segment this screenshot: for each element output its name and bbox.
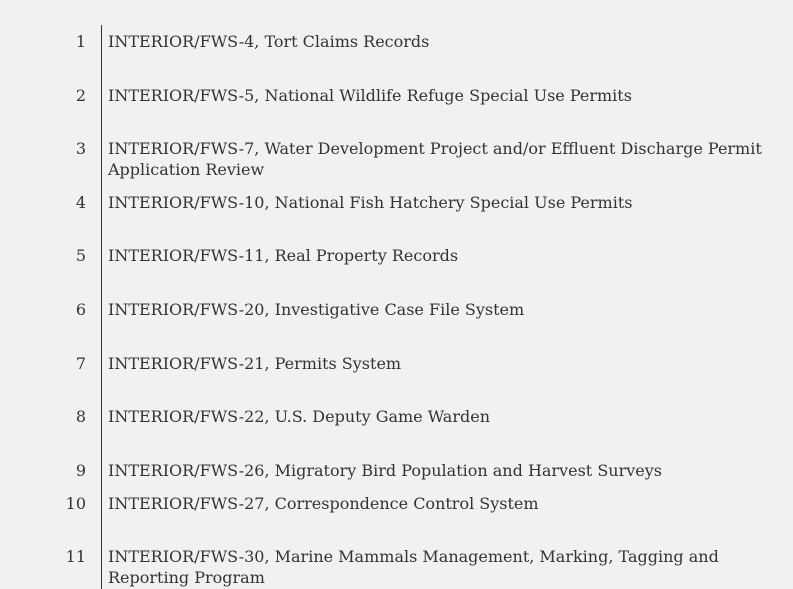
- line-number: 1: [75, 32, 86, 51]
- line-number: 8: [75, 407, 86, 426]
- line-number: 9: [75, 461, 86, 480]
- line-number: 11: [65, 547, 86, 566]
- line-text: INTERIOR/FWS-22, U.S. Deputy Game Warden: [108, 407, 490, 426]
- line-number: 6: [75, 300, 86, 319]
- line-number: 10: [65, 494, 86, 513]
- line-text: INTERIOR/FWS-11, Real Property Records: [108, 246, 459, 265]
- line-number: 5: [75, 246, 86, 265]
- line-number: 7: [75, 354, 86, 373]
- line-number: 4: [75, 193, 86, 212]
- line-text: INTERIOR/FWS-4, Tort Claims Records: [108, 32, 430, 51]
- line-number: 3: [75, 139, 86, 158]
- line-text: INTERIOR/FWS-21, Permits System: [108, 354, 402, 373]
- line-text: INTERIOR/FWS-27, Correspondence Control …: [108, 494, 539, 513]
- document-page: 1 INTERIOR/FWS-4, Tort Claims Records 2 …: [0, 0, 793, 589]
- line-text: INTERIOR/FWS-26, Migratory Bird Populati…: [108, 461, 662, 480]
- line-number-divider: [101, 25, 102, 589]
- line-text: INTERIOR/FWS-30, Marine Mammals Manageme…: [108, 547, 719, 587]
- line-number: 2: [75, 86, 86, 105]
- line-text: INTERIOR/FWS-5, National Wildlife Refuge…: [108, 86, 632, 105]
- line-text: INTERIOR/FWS-7, Water Development Projec…: [108, 139, 762, 179]
- line-text: INTERIOR/FWS-10, National Fish Hatchery …: [108, 193, 633, 212]
- line-text: INTERIOR/FWS-20, Investigative Case File…: [108, 300, 525, 319]
